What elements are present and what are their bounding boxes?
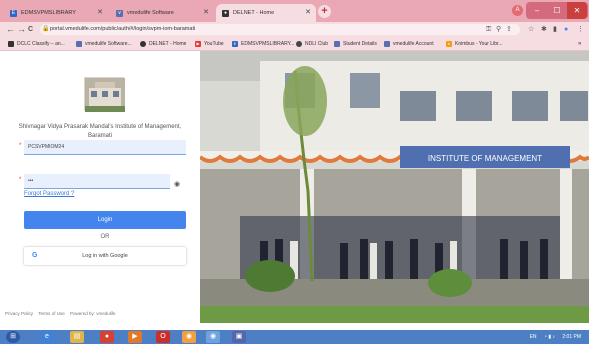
window-controls: – ☐ ✕ [526, 2, 588, 19]
lock-icon: 🔒 [42, 26, 50, 32]
terms-of-use-link[interactable]: Terms of Use [38, 311, 65, 316]
chrome-icon[interactable]: ◉ [182, 331, 196, 343]
delnet-favicon-icon [140, 41, 146, 47]
tab-edmsvpmslibrary[interactable]: E EDMSVPMSLIBRARY ✕ [4, 4, 108, 22]
close-tab-icon[interactable]: ✕ [305, 8, 311, 16]
language-indicator[interactable]: EN [530, 334, 537, 340]
back-button[interactable]: ← [6, 24, 15, 35]
knimbus-favicon-icon: k [446, 41, 452, 47]
dclc-favicon-icon [8, 41, 14, 47]
required-marker: * [19, 177, 22, 183]
key-icon[interactable]: ⚿ [486, 24, 491, 35]
tray-icons[interactable]: ◔ ▮ ♪ [544, 334, 555, 340]
opera-icon[interactable]: O [156, 331, 170, 343]
or-divider: OR [100, 234, 110, 240]
media-player-icon[interactable]: ● [100, 331, 114, 343]
minimize-button[interactable]: – [527, 2, 547, 19]
bookmark-delnet[interactable]: DELNET - Home [140, 37, 186, 51]
reload-button[interactable]: C [28, 24, 33, 35]
bookmarks-bar: DCLC Classify – an... vmedulife Software… [0, 37, 589, 51]
bookmark-label: vmedulife Account [393, 41, 434, 47]
tab-delnet-home[interactable]: ● DELNET - Home ✕ [216, 4, 316, 22]
url-field[interactable]: 🔒 portal.vmedulife.com/public/auth/#/log… [40, 24, 520, 35]
internet-explorer-icon[interactable]: e [40, 331, 54, 343]
star-icon[interactable]: ☆ [528, 24, 534, 35]
tab-label: EDMSVPMSLIBRARY [21, 10, 76, 16]
maximize-button[interactable]: ☐ [547, 2, 567, 19]
institute-name: Shivnagar Vidya Prasarak Mandal's Instit… [18, 124, 182, 139]
bookmark-youtube[interactable]: ▶ YouTube [195, 37, 224, 51]
extension-icon[interactable]: ✱ [541, 24, 547, 35]
clock[interactable]: 2:01 PM [562, 334, 581, 340]
vmedulife-favicon-icon [334, 41, 340, 47]
forgot-password-link[interactable]: Forgot Password ? [24, 191, 74, 197]
footer-links: Privacy Policy Terms of Use Powered by: … [5, 311, 120, 316]
username-field[interactable]: PCSVPMIOM24 [24, 140, 186, 155]
sidebar-icon[interactable]: ▮ [553, 24, 557, 35]
bookmark-label: EDMSVPMSLIBRARY... [241, 41, 295, 47]
privacy-policy-link[interactable]: Privacy Policy [5, 311, 33, 316]
google-icon: G [32, 252, 38, 259]
close-tab-icon[interactable]: ✕ [203, 8, 209, 16]
system-tray: EN ◔ ▮ ♪ 2:01 PM [530, 330, 581, 344]
chrome-active-icon[interactable]: ◉ [206, 331, 220, 343]
login-panel: Shivnagar Vidya Prasarak Mandal's Instit… [0, 51, 200, 323]
institute-logo [84, 77, 125, 112]
bookmark-label: vmedulife Software... [85, 41, 132, 47]
vmedulife-favicon-icon [384, 41, 390, 47]
close-window-button[interactable]: ✕ [567, 2, 587, 19]
tab-label: DELNET - Home [233, 10, 275, 16]
profile-avatar-icon[interactable]: A [512, 5, 523, 16]
app-icon[interactable]: ▶ [128, 331, 142, 343]
bookmark-label: Knimbus - Your Libr... [455, 41, 503, 47]
bookmark-edmsvpmslibrary[interactable]: E EDMSVPMSLIBRARY... [232, 37, 294, 51]
file-explorer-icon[interactable]: ▤ [70, 331, 84, 343]
youtube-icon: ▶ [195, 41, 201, 47]
tab-vmedulife-software[interactable]: v vmedulife Software ✕ [110, 4, 214, 22]
url-text: portal.vmedulife.com/public/auth/#/login… [50, 26, 196, 32]
bookmark-label: DCLC Classify – an... [17, 41, 65, 47]
start-button-icon[interactable]: ⊞ [6, 331, 20, 343]
bookmark-vmedulife-account[interactable]: vmedulife Account [384, 37, 434, 51]
bookmark-label: Student Details [343, 41, 377, 47]
tab-label: vmedulife Software [127, 10, 174, 16]
close-tab-icon[interactable]: ✕ [97, 8, 103, 16]
institute-building-icon [85, 78, 125, 112]
bookmark-dclc[interactable]: DCLC Classify – an... [8, 37, 65, 51]
required-marker: * [19, 143, 22, 149]
app-window-icon[interactable]: ▣ [232, 331, 246, 343]
os-taskbar: ⊞ e ▤ ● ▶ O ◉ ◉ ▣ EN ◔ ▮ ♪ 2:01 PM [0, 330, 589, 344]
bookmark-knimbus[interactable]: k Knimbus - Your Libr... [446, 37, 503, 51]
show-password-eye-icon[interactable]: ◉ [174, 180, 180, 188]
campus-banner-text: INSTITUTE OF MANAGEMENT [428, 154, 542, 163]
bookmark-ndli-club[interactable]: NDLI Club [296, 37, 328, 51]
campus-photo: INSTITUTE OF MANAGEMENT [200, 51, 589, 323]
profile-icon[interactable]: ● [564, 24, 568, 35]
edms-favicon-icon: E [10, 9, 17, 17]
delnet-favicon-icon: ● [222, 9, 229, 17]
menu-icon[interactable]: ⋮ [577, 24, 584, 35]
bookmark-label: YouTube [204, 41, 224, 47]
forward-button[interactable]: → [17, 24, 26, 35]
vmedulife-favicon-icon: v [116, 9, 123, 17]
powered-by-text: Powered by: vmedulife [69, 311, 116, 316]
edms-favicon-icon: E [232, 41, 238, 47]
browser-tab-bar: E EDMSVPMSLIBRARY ✕ v vmedulife Software… [0, 0, 589, 22]
bookmark-vmedulife-software[interactable]: vmedulife Software... [76, 37, 132, 51]
new-tab-button[interactable]: + [318, 5, 331, 18]
password-field[interactable]: ••• [24, 174, 170, 189]
login-button[interactable]: Login [24, 211, 186, 229]
ndli-favicon-icon [296, 41, 302, 47]
address-bar-row: ← → C 🔒 portal.vmedulife.com/public/auth… [0, 22, 589, 37]
search-icon[interactable]: ⚲ [496, 24, 501, 35]
bookmarks-overflow-icon[interactable]: » [578, 37, 581, 51]
share-icon[interactable]: ⇪ [506, 24, 512, 35]
google-login-button[interactable]: G Log in with Google [24, 247, 186, 265]
bookmark-label: NDLI Club [305, 41, 329, 47]
bookmark-label: DELNET - Home [149, 41, 187, 47]
campus-building-illustration: INSTITUTE OF MANAGEMENT [200, 51, 589, 323]
google-login-label: Log in with Google [82, 253, 128, 259]
vmedulife-favicon-icon [76, 41, 82, 47]
bookmark-student-details[interactable]: Student Details [334, 37, 377, 51]
